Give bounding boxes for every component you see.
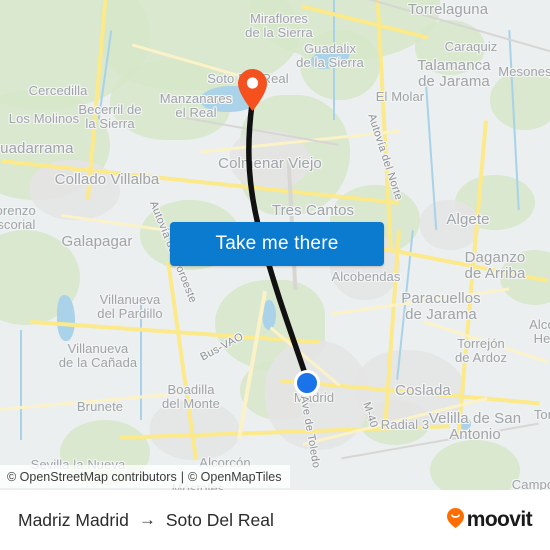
map-place-label: Lorenzo Escorial <box>0 203 36 232</box>
attribution-maptiles[interactable]: © OpenMapTiles <box>188 470 282 484</box>
moovit-logo[interactable]: moovit <box>446 507 533 534</box>
map-road-label: Bus-VAO <box>198 330 246 364</box>
map-place-label: Radial 3 <box>380 417 430 432</box>
map-place-label: Colmenar Viejo <box>218 155 322 172</box>
map-place-label: Paracuellos de Jarama <box>401 290 481 323</box>
footer-bar: Madriz Madrid → Soto Del Real moovit <box>0 490 550 550</box>
map-road-label: M-40 <box>360 400 380 430</box>
trip-summary: Madriz Madrid → Soto Del Real <box>18 510 274 531</box>
map-place-label: Becerril de la Sierra <box>78 102 142 131</box>
trip-destination: Soto Del Real <box>165 509 274 530</box>
map-canvas[interactable]: Miraflores de la Sierra Torrelaguna Guadal… <box>0 0 550 490</box>
attribution-osm[interactable]: © OpenStreetMap contributors <box>7 470 177 484</box>
map-place-label: Collado Villalba <box>54 171 160 188</box>
map-place-label: Brunete <box>76 399 124 414</box>
map-road-label: Autovía del Norte <box>365 112 405 202</box>
map-place-label: Tor <box>533 407 550 422</box>
map-road-label: Ave de Toledo <box>297 394 323 470</box>
map-place-label: Torrejón de Ardoz <box>454 336 508 365</box>
map-place-label: Coslada <box>395 382 451 399</box>
map-place-label: Villanueva de la Cañada <box>58 341 138 370</box>
map-place-label: Guadalix de la Sierra <box>296 41 364 70</box>
moovit-pin-icon <box>446 507 465 534</box>
map-place-label: El Molar <box>375 89 425 104</box>
map-place-label: Miraflores de la Sierra <box>245 11 313 40</box>
map-place-label: Cercedilla <box>28 83 88 98</box>
moovit-wordmark: moovit <box>466 508 533 531</box>
map-place-label: Los Molinos <box>8 111 80 126</box>
map-attribution: © OpenStreetMap contributors | © OpenMap… <box>0 465 291 488</box>
map-place-label: Talamanca de Jarama <box>417 57 491 90</box>
map-place-label: Velilla de San Antonio <box>428 410 522 443</box>
destination-pin-icon[interactable] <box>237 68 268 112</box>
map-place-label: Boadilla del Monte <box>162 382 220 411</box>
arrow-right-icon: → <box>138 510 156 529</box>
map-place-label: Villanueva del Pardillo <box>97 292 163 321</box>
map-place-label: Algete <box>446 211 490 228</box>
map-place-label: Alcobendas <box>331 269 401 284</box>
trip-origin: Madriz Madrid <box>18 509 129 530</box>
map-place-label: Campo <box>511 477 550 491</box>
attribution-separator: | <box>180 469 184 484</box>
map-place-label: Manzanares el Real <box>159 91 233 120</box>
map-place-label: Daganzo de Arriba <box>464 249 526 282</box>
map-place-label: Galapagar <box>61 233 133 250</box>
map-place-label: Torrelaguna <box>407 1 489 18</box>
take-me-there-button[interactable]: Take me there <box>170 222 384 266</box>
map-place-label: Guadarrama <box>0 140 74 157</box>
origin-location-dot[interactable] <box>294 370 320 396</box>
map-place-label: Caraquiz <box>444 39 498 54</box>
map-place-label: Alco He <box>529 317 550 346</box>
map-place-label: Tres Cantos <box>271 202 355 219</box>
map-page: Miraflores de la Sierra Torrelaguna Guadal… <box>0 0 550 550</box>
map-place-label: Mesones <box>498 64 550 79</box>
